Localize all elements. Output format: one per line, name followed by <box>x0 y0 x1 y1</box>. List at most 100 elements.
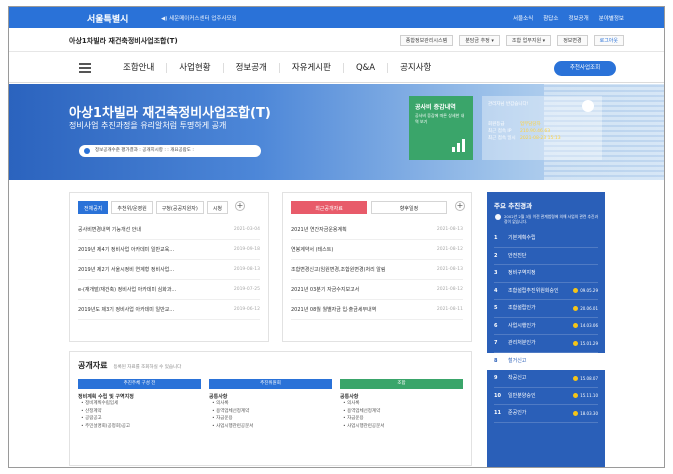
board-item[interactable]: • 자금운용 <box>340 415 463 423</box>
step-number: 9 <box>494 375 498 382</box>
user-row-value: 업무담당자 <box>520 122 541 127</box>
board-item[interactable]: • 주민설명회(공청회)공고 <box>78 423 201 431</box>
tab-notice[interactable]: 전체공지 <box>78 201 109 214</box>
check-icon <box>573 305 579 311</box>
progress-step[interactable]: 3 정비구역지정 <box>494 265 598 283</box>
user-row-label: 최근 접속 일시 <box>488 136 516 141</box>
disclosure-boards: 공개자료 등록된 자료를 조회하실 수 있습니다 추진주체 구성 전 정비계획 수립… <box>69 351 472 466</box>
step-date-text: 14.03.06 <box>580 323 598 329</box>
list-item[interactable]: 2019년 제4기 정비사업 아카데미 일반교육... 2019-09-18 <box>78 240 260 260</box>
seoul-logo[interactable]: 서울특별시 <box>87 12 128 25</box>
list-item-date: 2019-07-25 <box>233 287 260 292</box>
top-link[interactable]: 참답소 <box>543 14 558 22</box>
union-title[interactable]: 아상1차빌라 재건축정비사업조합(T) <box>69 36 178 46</box>
progress-step[interactable]: 11 준공인가 18.03.30 <box>494 405 598 423</box>
user-row-label: 회원등급 <box>488 122 505 127</box>
step-number: 2 <box>494 252 498 259</box>
nav-item[interactable]: 공지사항 <box>388 63 443 73</box>
board-column-header[interactable]: 추진위원회 <box>209 379 332 389</box>
plus-icon[interactable]: + <box>235 201 246 211</box>
step-label: 철거신고 <box>508 357 527 364</box>
step-date: 09.05.29 <box>573 288 598 294</box>
board-item[interactable]: • 정비계획수립입세 <box>78 400 201 408</box>
tool-button[interactable]: 로그아웃 <box>593 35 624 46</box>
board-column-header[interactable]: 추진주체 구성 전 <box>78 379 201 389</box>
menu-icon[interactable] <box>79 63 91 73</box>
board-subheading: 정비계획 수립 및 구역지정 <box>78 394 134 400</box>
tool-button[interactable]: 분담금 추정 ▾ <box>459 35 500 46</box>
hero-title: 아상1차빌라 재건축정비사업조합(T) <box>69 106 271 121</box>
step-number: 5 <box>494 305 498 312</box>
progress-step[interactable]: 9 착공신고 15.08.07 <box>494 370 598 388</box>
tab-notice[interactable]: 추천위/운영원 <box>111 201 153 214</box>
list-item[interactable]: 2019년 제2기 서울시정비 연계형 정비사업... 2019-08-13 <box>78 260 260 280</box>
list-item-title: 2021년 08월 월별자금 입·출금세부내역 <box>291 307 377 313</box>
top-bar: 서울특별시 ◀) 세운메이커스센터 업주사모임 서울소식 참답소 정보공개 분야별정보 <box>9 7 664 28</box>
list-item[interactable]: 2019년도 제3기 정비사업 아카데미 일반교... 2019-06-12 <box>78 300 260 320</box>
tab-notice[interactable]: 구청(공공지원자) <box>155 201 204 214</box>
list-item[interactable]: 조합변경신고(임원변경,조합원변경)처리 알림 2021-08-13 <box>291 260 463 280</box>
list-item[interactable]: 2021년 연간자금운용계획 2021-08-13 <box>291 220 463 240</box>
progress-step[interactable]: 8 철거신고 <box>487 352 605 370</box>
progress-step[interactable]: 5 조합설립인가 20.06.01 <box>494 300 598 318</box>
tab-notice[interactable]: 시청 <box>206 201 229 214</box>
step-number: 4 <box>494 287 498 294</box>
progress-step[interactable]: 2 안전진단 <box>494 248 598 265</box>
list-item[interactable]: 2021년 08월 월별자금 입·출금세부내역 2021-08-11 <box>291 300 463 320</box>
plus-icon[interactable]: + <box>455 201 465 211</box>
progress-steps: 1 기본계획수립 2 안전진단 3 정비구역지정 4 조합설립추진위원회승인 09.05.29 5… <box>487 230 605 423</box>
top-link[interactable]: 서울소식 <box>513 14 533 22</box>
tool-button[interactable]: 정보변경 <box>557 35 588 46</box>
list-item-title: 공사비변경내역 기능개선 안내 <box>78 227 141 233</box>
list-item[interactable]: e-(재개발/재건축) 정비사업 아카데미 심화과... 2019-07-25 <box>78 280 260 300</box>
board-item[interactable]: • 사업시행관련공문서 <box>209 423 332 431</box>
nav-item[interactable]: 자유게시판 <box>280 63 344 73</box>
step-date-text: 15.11.10 <box>580 393 598 399</box>
board-column-header[interactable]: 조합 <box>340 379 463 389</box>
top-link[interactable]: 정보공개 <box>568 14 588 22</box>
check-icon <box>573 393 579 399</box>
list-item-date: 2019-08-13 <box>233 267 260 272</box>
nav-item[interactable]: 정보공개 <box>224 63 280 73</box>
list-item-date: 2019-09-18 <box>233 247 260 252</box>
tab-recent[interactable]: 향후일정 <box>371 201 447 214</box>
tab-recent[interactable]: 최근공개자료 <box>291 201 367 214</box>
boards-desc: 등록된 자료를 조회하실 수 있습니다 <box>113 365 182 370</box>
top-link[interactable]: 분야별정보 <box>599 14 624 22</box>
search-project-button[interactable]: 추천사업조회 <box>554 61 616 76</box>
step-date: 14.03.06 <box>573 323 598 329</box>
cost-info-card[interactable]: 공사비 증감내역 공사비 증감에 따른 상세한 내역 보기 <box>409 96 473 160</box>
list-item-title: 연봉계약서 (테스트) <box>291 247 334 253</box>
top-notice[interactable]: ◀) 세운메이커스센터 업주사모임 <box>161 14 237 22</box>
user-greeting: 관리자님 반갑습니다! <box>488 102 529 107</box>
list-item[interactable]: 2021년 03분기 자금수지보고서 2021-08-12 <box>291 280 463 300</box>
board-item[interactable]: • 공람공고 <box>78 415 201 423</box>
progress-step[interactable]: 1 기본계획수립 <box>494 230 598 248</box>
board-item[interactable]: • 산정계약 <box>78 408 201 416</box>
progress-step[interactable]: 6 사업시행인가 14.03.06 <box>494 318 598 335</box>
list-item[interactable]: 연봉계약서 (테스트) 2021-08-12 <box>291 240 463 260</box>
step-date: 15.08.07 <box>573 375 598 381</box>
board-item[interactable]: • 용역업체선정계약 <box>209 408 332 416</box>
nav-item[interactable]: 조합안내 <box>111 63 168 73</box>
nav-item[interactable]: 사업현황 <box>167 63 224 73</box>
avatar[interactable] <box>582 100 594 112</box>
board-item[interactable]: • 자금운용 <box>209 415 332 423</box>
progress-step[interactable]: 7 관리처분인가 15.01.29 <box>494 335 598 353</box>
disclosure-status[interactable]: 정보공개수준 평가결과 : 공개지시항 : : 개요공람도 : <box>79 145 261 157</box>
status-text: 정보공개수준 평가결과 : 공개지시항 : : 개요공람도 : <box>95 148 194 153</box>
board-item[interactable]: • 용역업체선정계약 <box>340 408 463 416</box>
progress-step[interactable]: 4 조합설립추진위원회승인 09.05.29 <box>494 283 598 300</box>
board-item[interactable]: • 사업시행관련공문서 <box>340 423 463 431</box>
tool-button[interactable]: 종합정보관리시스템 <box>399 35 454 46</box>
progress-step[interactable]: 10 일반분양승인 15.11.10 <box>494 388 598 405</box>
list-item[interactable]: 공사비변경내역 기능개선 안내 2021-03-04 <box>78 220 260 240</box>
cost-info-desc: 공사비 증감에 따른 상세한 내역 보기 <box>415 113 465 124</box>
list-item-title: 조합변경신고(임원변경,조합원변경)처리 알림 <box>291 267 386 273</box>
tool-button[interactable]: 조합 업무지원 ▾ <box>505 35 552 46</box>
board-item[interactable]: • 의사록 <box>340 400 463 408</box>
progress-sidebar: 주요 추진경과 2002년 2월 3일 이전 관계법령에 의해 사업의 관련 추… <box>487 192 605 467</box>
nav-item[interactable]: Q&A <box>344 63 389 73</box>
step-label: 사업시행인가 <box>508 322 536 329</box>
board-item[interactable]: • 의사록 <box>209 400 332 408</box>
